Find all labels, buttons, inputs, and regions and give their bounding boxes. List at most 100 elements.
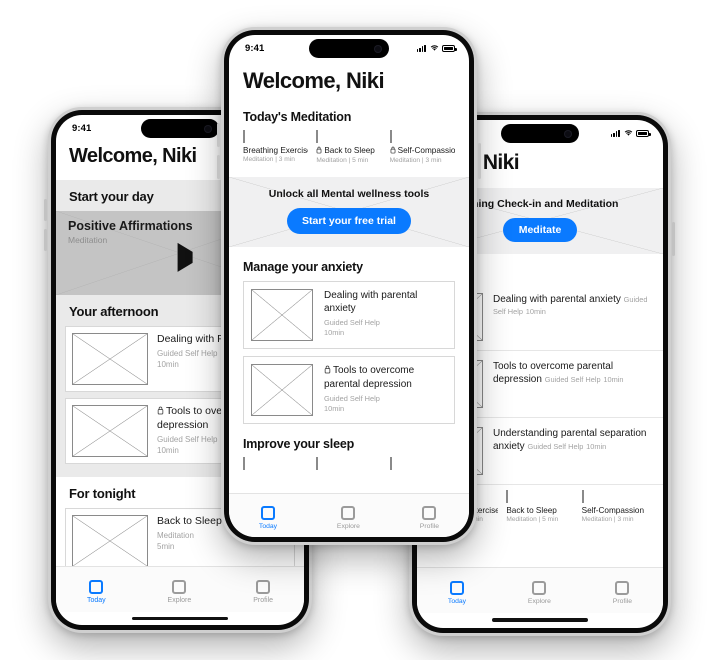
list-item-duration: 10min (324, 328, 345, 338)
list-item-duration: 10min (586, 442, 607, 451)
list-item-category: Guided Self Help (324, 318, 380, 327)
list-item-duration: 5min (157, 541, 175, 551)
tab-label: Explore (167, 596, 192, 604)
dynamic-island (309, 39, 389, 58)
meditation-title: Back to Sleep (506, 506, 557, 515)
meditate-button[interactable]: Meditate (502, 218, 578, 242)
lock-icon (157, 406, 164, 419)
status-bar-center: 9:41 (229, 35, 469, 61)
today-square-icon (449, 581, 464, 595)
thumbnail-placeholder (72, 515, 148, 566)
front-camera-icon (204, 124, 212, 133)
thumbnail-placeholder (316, 457, 319, 470)
thumbnail-placeholder (243, 457, 245, 470)
phone-mockup-center: 9:41 Welcome, Niki Today's Meditation Br… (217, 27, 481, 545)
list-item-duration: 10min (525, 307, 546, 316)
promo-title: Unlock all Mental wellness tools (268, 188, 430, 200)
front-camera-icon (564, 129, 572, 138)
meditation-card[interactable] (243, 457, 308, 470)
thumbnail-placeholder (316, 130, 319, 143)
promo-banner: Unlock all Mental wellness tools Start y… (229, 177, 469, 247)
power-button-center[interactable] (478, 143, 481, 179)
list-item-title: Tools to overcome parental depression (324, 364, 447, 391)
list-item-title: Back to Sleep (157, 515, 222, 527)
profile-square-icon (422, 506, 437, 520)
thumbnail-placeholder (243, 130, 245, 143)
volume-up-button-left[interactable] (44, 199, 47, 221)
tab-label: Today (258, 523, 278, 530)
tab-explore[interactable]: Explore (528, 581, 551, 605)
list-item-title-text: Tools to overcome parental depression (324, 365, 415, 390)
wifi-icon (624, 129, 633, 137)
battery-icon (636, 129, 651, 137)
meditation-card[interactable]: Self-Compassion Meditation | 3 min (389, 130, 455, 164)
tab-profile[interactable]: Profile (613, 581, 632, 605)
dynamic-island (141, 119, 219, 138)
tab-explore[interactable]: Explore (167, 579, 192, 604)
todays-meditation-row: Breathing Exercise Meditation | 3 min Ba… (229, 130, 469, 164)
meditation-title: Self-Compassion (390, 146, 455, 156)
meditation-card[interactable] (316, 457, 381, 470)
tab-today[interactable]: Today (448, 581, 466, 605)
profile-square-icon (256, 579, 271, 594)
meditation-meta: Meditation | 3 min (389, 157, 442, 164)
wifi-icon (430, 44, 439, 52)
tab-profile[interactable]: Profile (253, 579, 273, 604)
meditation-card[interactable]: Back to Sleep Meditation | 5 min (506, 490, 573, 523)
page-title: Welcome, Niki (243, 68, 385, 93)
power-button-right[interactable] (672, 222, 675, 256)
explore-square-icon (172, 579, 187, 594)
tab-label: Explore (336, 523, 360, 530)
explore-square-icon (532, 581, 547, 595)
list-item-title-line2: depression (157, 419, 209, 432)
list-item-category: Guided Self Help (527, 442, 584, 451)
list-item-category: Guided Self Help (324, 394, 380, 403)
tab-bar-left: Today Explore Profile (56, 565, 304, 612)
list-item-title: Dealing with parental anxiety (493, 294, 621, 305)
status-clock: 9:41 (72, 122, 92, 134)
meditation-meta: Meditation | 5 min (506, 516, 559, 523)
play-triangle-icon (177, 242, 193, 272)
front-camera-icon (374, 44, 382, 53)
list-item[interactable]: Dealing with parental anxiety Guided Sel… (243, 281, 455, 349)
profile-square-icon (615, 581, 630, 595)
battery-icon (442, 44, 457, 52)
meditation-card[interactable]: Breathing Exercise Meditation | 3 min (243, 130, 309, 164)
meditation-card[interactable]: Self-Compassion Meditation | 3 min (581, 490, 649, 523)
meditation-meta: Meditation | 3 min (581, 516, 634, 523)
thumbnail-placeholder (506, 490, 509, 503)
explore-square-icon (341, 506, 356, 520)
status-icons (416, 44, 457, 52)
thumbnail-placeholder (389, 457, 392, 470)
list-item[interactable]: Tools to overcome parental depression Gu… (243, 356, 455, 424)
start-free-trial-button[interactable]: Start your free trial (287, 208, 411, 234)
section-title-improve-your-sleep: Improve your sleep (243, 437, 355, 451)
meditation-card[interactable]: Back to Sleep Meditation | 5 min (316, 130, 381, 164)
content-scroll-center[interactable]: Welcome, Niki Today's Meditation Breathi… (229, 61, 469, 493)
today-square-icon (89, 579, 104, 594)
tab-profile[interactable]: Profile (420, 506, 439, 530)
volume-down-button-left[interactable] (44, 229, 47, 251)
meditation-title: Back to Sleep (316, 146, 381, 156)
thumbnail-placeholder (72, 405, 148, 457)
tab-bar-center: Today Explore Profile (229, 493, 469, 537)
list-item-duration: 10min (324, 404, 345, 414)
meditation-card[interactable] (389, 457, 455, 470)
meditation-meta: Meditation | 5 min (316, 157, 369, 164)
thumbnail-placeholder (72, 333, 148, 385)
list-item-duration: 10min (603, 375, 624, 384)
volume-up-button-center[interactable] (217, 123, 220, 147)
tab-today[interactable]: Today (259, 506, 277, 530)
screen-center: 9:41 Welcome, Niki Today's Meditation Br… (229, 35, 469, 537)
mockup-scene: 9:41 Welcome, Niki Start your day Positi… (0, 0, 720, 660)
play-button[interactable] (177, 242, 193, 272)
tab-label: Explore (527, 598, 551, 605)
today-square-icon (260, 506, 275, 520)
lock-icon (390, 146, 396, 156)
tab-label: Profile (612, 598, 633, 605)
volume-down-button-center[interactable] (217, 155, 220, 179)
tab-explore[interactable]: Explore (337, 506, 360, 530)
meditation-title: Breathing Exercise (243, 146, 309, 155)
status-clock: 9:41 (245, 42, 265, 54)
tab-today[interactable]: Today (87, 579, 106, 604)
